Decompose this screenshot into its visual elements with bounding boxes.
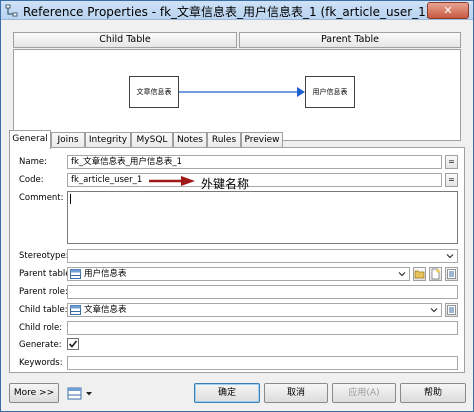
parent-table-dropdown[interactable]: 用户信息表 [67, 267, 410, 281]
annotation-arrow-icon [149, 176, 195, 186]
properties-button[interactable] [445, 267, 458, 281]
ok-button[interactable]: 确定 [194, 383, 260, 403]
tab-joins[interactable]: Joins [51, 132, 85, 148]
new-document-icon [431, 268, 440, 280]
code-field[interactable]: fk_article_user_1 [67, 173, 442, 187]
child-role-label: Child role: [19, 323, 63, 333]
comment-label: Comment: [19, 193, 64, 203]
properties-icon [447, 269, 456, 279]
title-bar: Reference Properties - fk_文章信息表_用户信息表_1 … [1, 1, 473, 20]
dialog-client: Child Table Parent Table 文章信息表 用户信息表 Gen… [1, 21, 473, 411]
parent-role-field[interactable] [67, 285, 458, 299]
stereotype-label: Stereotype: [19, 251, 69, 261]
text-caret [70, 194, 71, 204]
tab-general[interactable]: General [9, 130, 51, 149]
child-properties-button[interactable] [445, 303, 458, 317]
table-view-icon [67, 387, 92, 400]
window-title: Reference Properties - fk_文章信息表_用户信息表_1 … [23, 5, 431, 19]
reference-properties-window: Reference Properties - fk_文章信息表_用户信息表_1 … [0, 0, 474, 412]
child-entity-box[interactable]: 文章信息表 [129, 76, 179, 108]
folder-icon [414, 270, 425, 279]
tab-notes[interactable]: Notes [173, 132, 207, 148]
cancel-button[interactable]: 取消 [264, 383, 328, 403]
create-button[interactable] [429, 267, 442, 281]
properties-icon [447, 305, 456, 315]
tab-rules[interactable]: Rules [207, 132, 241, 148]
name-field[interactable]: fk_文章信息表_用户信息表_1 [67, 155, 442, 169]
code-label: Code: [19, 175, 44, 185]
name-label: Name: [19, 157, 47, 167]
checkmark-icon [68, 340, 78, 348]
parent-table-label: Parent table: [19, 269, 74, 279]
parent-table-header-button[interactable]: Parent Table [239, 32, 461, 48]
chevron-down-icon [430, 308, 438, 313]
tab-integrity[interactable]: Integrity [85, 132, 131, 148]
keywords-field[interactable] [67, 356, 458, 370]
keywords-label: Keywords: [19, 358, 63, 368]
browse-button[interactable] [413, 267, 426, 281]
parent-table-value: 用户信息表 [84, 269, 127, 279]
generate-checkbox[interactable] [67, 338, 79, 350]
parent-entity-box[interactable]: 用户信息表 [305, 76, 355, 108]
comment-field[interactable] [67, 191, 458, 244]
tab-preview[interactable]: Preview [241, 132, 283, 148]
child-table-value: 文章信息表 [84, 305, 127, 315]
chevron-down-icon [446, 254, 454, 259]
child-table-dropdown[interactable]: 文章信息表 [67, 303, 442, 317]
child-role-field[interactable] [67, 321, 458, 335]
name-equal-button[interactable]: = [445, 155, 458, 169]
parent-role-label: Parent role: [19, 287, 68, 297]
table-icon [70, 305, 81, 315]
more-button[interactable]: More >> [9, 383, 59, 403]
view-menu-button[interactable] [67, 386, 95, 402]
reference-icon [5, 4, 18, 17]
table-icon [70, 269, 81, 279]
child-table-header-button[interactable]: Child Table [13, 32, 237, 48]
chevron-down-icon [398, 272, 406, 277]
tab-mysql[interactable]: MySQL [131, 132, 173, 148]
generate-label: Generate: [19, 340, 62, 350]
help-button[interactable]: 帮助 [400, 383, 466, 403]
reference-diagram: 文章信息表 用户信息表 [13, 49, 461, 141]
child-table-label: Child table: [19, 305, 68, 315]
code-equal-button[interactable]: = [445, 173, 458, 187]
stereotype-dropdown[interactable] [67, 249, 458, 263]
apply-button[interactable]: 应用(A) [332, 383, 396, 403]
close-button[interactable]: ✕ [427, 2, 469, 19]
reference-arrow-icon [179, 87, 305, 97]
annotation-text: 外键名称 [201, 177, 250, 191]
